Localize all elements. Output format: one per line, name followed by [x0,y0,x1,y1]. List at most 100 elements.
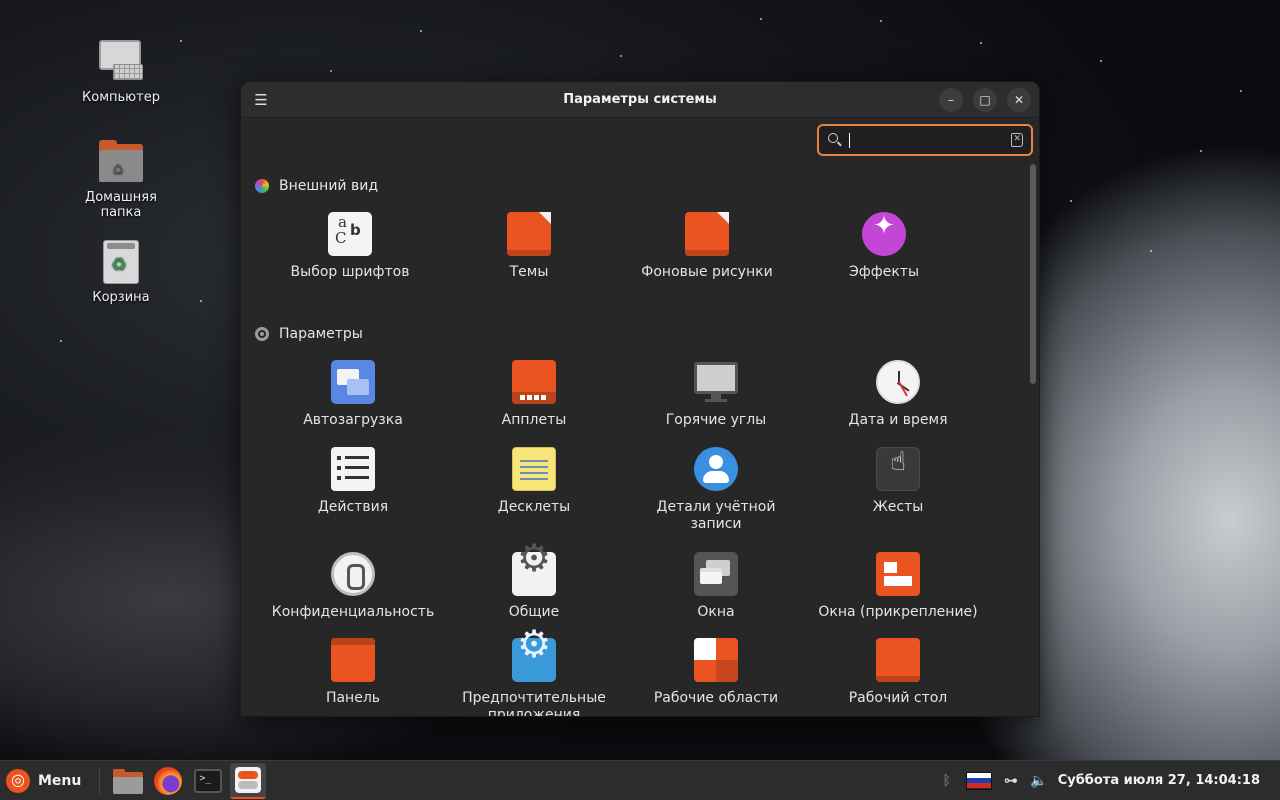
menu-label: Menu [38,772,82,789]
desklets-icon [512,447,556,491]
account-icon [694,447,738,491]
system-tray: ᛒ ⊶ 🔈 Суббота июля 27, 14:04:18 [938,771,1280,790]
settings-item-privacy[interactable]: Конфиденциальность [263,552,443,621]
window-tiling-icon [876,552,920,596]
settings-item-startup[interactable]: Автозагрузка [263,360,443,429]
settings-item-applets[interactable]: Апплеты [444,360,624,429]
settings-item-date-time[interactable]: Дата и время [808,360,988,429]
section-title: Параметры [279,326,363,342]
item-label: Конфиденциальность [271,604,435,620]
taskbar-files[interactable] [110,763,146,799]
window-body: ✕ Внешний вид aCb Выбор шрифтов Темы Фон… [241,118,1039,716]
home-folder-icon: ⌂ [97,138,145,186]
fonts-icon: aCb [328,212,372,256]
desktop-icon-trash[interactable]: ♻ Корзина [66,238,176,305]
taskbar-terminal[interactable]: >_ [190,763,226,799]
desktop-icon-computer[interactable]: Компьютер [66,38,176,105]
item-label: Окна [697,604,735,620]
settings-item-desklets[interactable]: Десклеты [444,447,624,516]
item-label: Окна (прикрепление) [818,604,978,620]
desktop-icon [876,638,920,682]
settings-item-gestures[interactable]: Жесты [808,447,988,516]
applets-icon [512,360,556,404]
close-button[interactable]: ✕ [1007,88,1031,112]
settings-item-effects[interactable]: Эффекты [794,212,974,281]
settings-item-hot-corners[interactable]: Горячие углы [626,360,806,429]
clear-search-icon[interactable]: ✕ [1011,133,1023,147]
search-icon [827,132,842,148]
taskbar-settings[interactable] [230,762,267,799]
menu-button[interactable]: Menu [0,761,91,800]
trash-icon: ♻ [97,238,145,286]
settings-item-general[interactable]: Общие [444,550,624,621]
desktop-icon-label: Домашняя папка [85,190,157,220]
privacy-icon [331,552,375,596]
volume-icon[interactable]: 🔈 [1030,772,1048,790]
taskbar-firefox[interactable] [150,763,186,799]
item-label: Рабочие области [653,690,779,706]
item-label: Общие [508,604,560,620]
desktop-icon-label: Компьютер [82,90,160,105]
item-label: Горячие углы [665,412,767,428]
settings-content: Внешний вид aCb Выбор шрифтов Темы Фонов… [241,162,1027,716]
settings-item-themes[interactable]: Темы [439,212,619,281]
clock-icon [876,360,920,404]
item-label: Темы [509,264,549,280]
workspaces-icon [694,638,738,682]
search-input[interactable] [835,128,1012,152]
network-icon[interactable]: ⊶ [1002,772,1020,790]
item-label: Панель [325,690,381,706]
settings-item-windows[interactable]: Окна [626,552,806,621]
item-label: Дата и время [848,412,948,428]
item-label: Предпочтительные приложения [462,690,606,716]
settings-item-workspaces[interactable]: Рабочие области [626,638,806,707]
keyboard-layout-flag-icon[interactable] [965,771,992,790]
preferences-icon [255,327,269,341]
maximize-button[interactable]: □ [973,88,997,112]
item-label: Детали учётной записи [656,499,776,532]
item-label: Эффекты [849,264,919,280]
hamburger-menu-icon[interactable]: ☰ [251,90,271,110]
terminal-icon: >_ [194,768,223,793]
settings-item-preferred-apps[interactable]: Предпочтительные приложения [444,636,624,716]
clock[interactable]: Суббота июля 27, 14:04:18 [1058,773,1260,788]
window-title: Параметры системы [563,92,717,107]
desktop-icon-label: Корзина [92,290,150,305]
search-box[interactable]: ✕ [817,124,1033,156]
effects-icon [862,212,906,256]
taskbar-separator [99,766,101,795]
section-appearance: Внешний вид [255,178,378,194]
item-label: Действия [317,499,389,515]
settings-item-backgrounds[interactable]: Фоновые рисунки [617,212,797,281]
settings-item-account[interactable]: Детали учётной записи [626,447,806,533]
bluetooth-icon[interactable]: ᛒ [938,772,956,790]
settings-item-fonts[interactable]: aCb Выбор шрифтов [260,212,440,281]
scrollbar[interactable] [1030,164,1036,384]
hot-corners-icon [694,360,738,404]
ubuntu-logo-icon [6,768,30,793]
item-label: Десклеты [497,499,571,515]
settings-item-window-tiling[interactable]: Окна (прикрепление) [808,552,988,621]
item-label: Автозагрузка [303,412,403,428]
general-icon [512,550,556,596]
item-label: Фоновые рисунки [641,264,773,280]
item-label: Апплеты [501,412,567,428]
item-label: Выбор шрифтов [290,264,410,280]
firefox-icon [154,766,183,795]
taskbar: Menu >_ ᛒ ⊶ 🔈 Суббота июля 27, 14:04:18 [0,760,1280,800]
section-title: Внешний вид [279,178,379,194]
text-cursor [849,133,850,148]
windows-icon [694,552,738,596]
themes-icon [507,212,551,256]
settings-item-panel[interactable]: Панель [263,638,443,707]
settings-item-desktop[interactable]: Рабочий стол [808,638,988,707]
actions-icon [331,447,375,491]
backgrounds-icon [685,212,729,256]
desktop-icon-home[interactable]: ⌂ Домашняя папка [66,138,176,220]
section-preferences: Параметры [255,326,363,342]
gestures-icon [876,447,920,491]
item-label: Рабочий стол [848,690,948,706]
settings-item-actions[interactable]: Действия [263,447,443,516]
minimize-button[interactable]: – [939,88,963,112]
settings-icon [235,766,262,793]
